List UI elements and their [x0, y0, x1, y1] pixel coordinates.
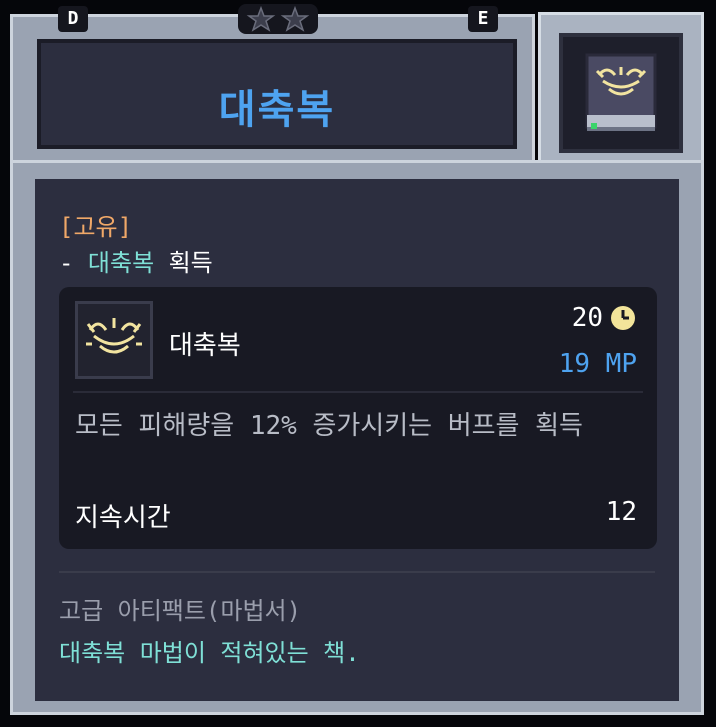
skill-divider — [73, 391, 643, 393]
skill-description: 모든 피해량을 12% 증가시키는 버프를 획득 — [75, 411, 583, 441]
skill-card: 대축복 20 19 MP 모든 피해량을 12% 증가시키는 버프를 획득 지속… — [59, 287, 657, 549]
item-flavor-text: 대축복 마법이 적혀있는 책. — [59, 639, 360, 667]
star-icon — [246, 6, 276, 32]
duration-value: 12 — [605, 497, 637, 527]
star-rating — [238, 4, 318, 34]
skill-name: 대축복 — [169, 331, 241, 361]
gain-skill-name: 대축복 — [87, 249, 155, 277]
star-icon — [280, 6, 310, 32]
cooldown-value: 20 — [571, 303, 603, 333]
item-icon-slot — [559, 33, 683, 153]
mp-cost: 19 MP — [558, 349, 637, 379]
gain-line: - 대축복 획득 — [59, 243, 213, 278]
blessing-halo-icon — [86, 318, 142, 354]
title-frame: 대축복 — [10, 14, 535, 169]
body-panel: [고유] - 대축복 획득 대축복 20 19 MP 모든 피해량을 12% 증… — [35, 179, 679, 701]
item-tooltip: 대축복 D E [고유] - 대축복 획득 대축복 20 19 MP 모든 피해… — [0, 0, 716, 727]
unique-label: [고유] — [59, 213, 133, 241]
skill-icon-box — [75, 301, 153, 379]
section-divider — [59, 571, 655, 573]
item-icon-frame — [538, 12, 704, 174]
spellbook-icon — [585, 53, 657, 131]
gain-prefix: - — [59, 249, 88, 277]
title-panel: 대축복 — [37, 39, 517, 149]
gain-suffix: 획득 — [154, 249, 213, 277]
body-frame: [고유] - 대축복 획득 대축복 20 19 MP 모든 피해량을 12% 증… — [10, 160, 704, 715]
item-category: 고급 아티팩트(마법서) — [59, 597, 302, 625]
item-title: 대축복 — [218, 87, 336, 133]
cooldown: 20 — [572, 303, 637, 333]
rank-tag-left: D — [58, 6, 88, 32]
duration-label: 지속시간 — [75, 503, 171, 533]
clock-icon — [611, 306, 635, 330]
rank-tag-right: E — [468, 6, 498, 32]
